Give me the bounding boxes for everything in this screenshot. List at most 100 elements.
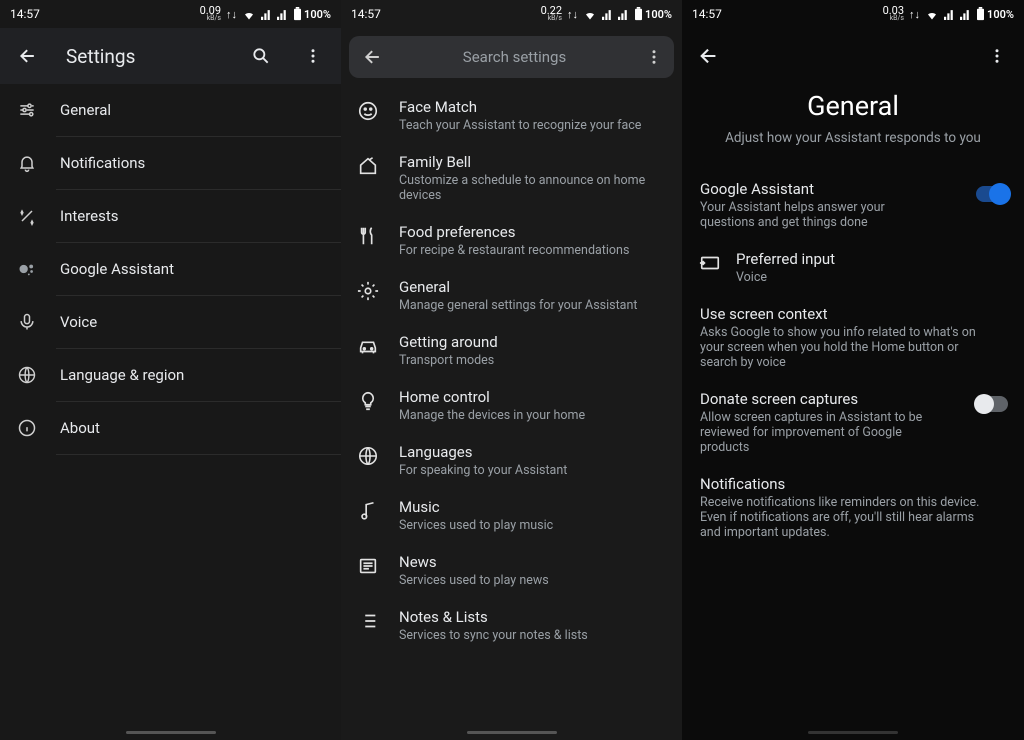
item-notifications[interactable]: Notifications Receive notifications like …	[682, 465, 1024, 550]
search-button[interactable]	[247, 46, 275, 66]
item-subtitle: Receive notifications like reminders on …	[700, 495, 980, 540]
wifi-icon	[583, 7, 597, 20]
item-music[interactable]: MusicServices used to play music	[341, 488, 682, 543]
item-subtitle: Manage general settings for your Assista…	[399, 298, 637, 313]
settings-item-google-assistant[interactable]: Google Assistant	[0, 243, 341, 295]
signal-icon	[277, 8, 288, 21]
signal-icon	[944, 8, 955, 21]
search-placeholder: Search settings	[387, 48, 642, 66]
item-subtitle: Teach your Assistant to recognize your f…	[399, 118, 641, 133]
item-title: Google Assistant	[700, 180, 962, 198]
item-getting-around[interactable]: Getting around Transport modes	[341, 323, 682, 378]
home-indicator[interactable]	[808, 731, 898, 734]
signal-icon	[618, 8, 629, 21]
battery-indicator: 100%	[293, 7, 331, 21]
more-button[interactable]	[982, 47, 1012, 65]
battery-indicator: 100%	[976, 7, 1014, 21]
updown-icon: ↑↓	[226, 8, 237, 21]
settings-item-label: Language & region	[60, 366, 184, 384]
battery-pct: 100%	[987, 8, 1014, 21]
item-title: Getting around	[399, 333, 498, 351]
general-header	[682, 28, 1024, 84]
settings-item-voice[interactable]: Voice	[0, 296, 341, 348]
settings-item-about[interactable]: About	[0, 402, 341, 454]
item-general[interactable]: GeneralManage general settings for your …	[341, 268, 682, 323]
assistant-icon	[16, 259, 38, 279]
item-google-assistant[interactable]: Google AssistantYour Assistant helps ans…	[682, 170, 1024, 240]
item-subtitle: Services to sync your notes & lists	[399, 628, 588, 643]
signal-icon	[602, 8, 613, 21]
mic-icon	[16, 312, 38, 332]
home-indicator[interactable]	[126, 731, 216, 734]
phone-general-settings: 14:57 0.03kB/s ↑↓ 100% General Adjust ho…	[682, 0, 1024, 740]
item-subtitle: Transport modes	[399, 353, 498, 368]
item-face-match[interactable]: Face MatchTeach your Assistant to recogn…	[341, 88, 682, 143]
item-title: Languages	[399, 443, 567, 461]
general-list: Google AssistantYour Assistant helps ans…	[682, 170, 1024, 550]
phone-settings-root: 14:57 0.09kB/s ↑↓ 100% Settings General	[0, 0, 341, 740]
phone-assistant-settings: 14:57 0.22kB/s ↑↓ 100% Search settings F…	[341, 0, 682, 740]
item-subtitle: Customize a schedule to announce on home…	[399, 173, 649, 203]
item-subtitle: Asks Google to show you info related to …	[700, 325, 980, 370]
face-icon	[355, 98, 381, 122]
status-bar: 14:57 0.09kB/s ↑↓ 100%	[0, 0, 341, 28]
item-title: Donate screen captures	[700, 390, 962, 408]
item-languages[interactable]: Languages For speaking to your Assistant	[341, 433, 682, 488]
back-button[interactable]	[14, 46, 42, 66]
item-home-control[interactable]: Home controlManage the devices in your h…	[341, 378, 682, 433]
updown-icon: ↑↓	[909, 8, 920, 21]
settings-item-interests[interactable]: Interests	[0, 190, 341, 242]
item-notes-lists[interactable]: Notes & Lists Services to sync your notes…	[341, 598, 682, 653]
fork-knife-icon	[355, 223, 381, 247]
item-subtitle: For speaking to your Assistant	[399, 463, 567, 478]
bell-icon	[16, 153, 38, 173]
input-icon	[698, 250, 722, 274]
item-preferred-input[interactable]: Preferred inputVoice	[682, 240, 1024, 295]
toggle-google-assistant[interactable]	[976, 186, 1008, 202]
item-subtitle: Voice	[736, 270, 966, 285]
signal-icon	[960, 8, 971, 21]
battery-pct: 100%	[645, 8, 672, 21]
page-title: General	[682, 90, 1024, 122]
item-subtitle: Services used to play music	[399, 518, 553, 533]
status-time: 14:57	[692, 7, 722, 21]
more-button[interactable]	[299, 47, 327, 65]
status-bar: 14:57 0.03kB/s ↑↓ 100%	[682, 0, 1024, 28]
settings-item-label: About	[60, 419, 100, 437]
item-family-bell[interactable]: Family BellCustomize a schedule to annou…	[341, 143, 682, 213]
search-bar[interactable]: Search settings	[349, 36, 674, 78]
signal-icon	[261, 8, 272, 21]
more-button[interactable]	[642, 48, 666, 66]
info-icon	[16, 418, 38, 438]
assistant-settings-list: Face MatchTeach your Assistant to recogn…	[341, 88, 682, 653]
sliders-icon	[16, 100, 38, 120]
home-indicator[interactable]	[467, 731, 557, 734]
gear-icon	[355, 278, 381, 302]
toggle-donate-captures[interactable]	[976, 396, 1008, 412]
back-button[interactable]	[694, 45, 724, 67]
status-time: 14:57	[351, 7, 381, 21]
music-note-icon	[355, 498, 381, 522]
settings-item-notifications[interactable]: Notifications	[0, 137, 341, 189]
item-news[interactable]: News Services used to play news	[341, 543, 682, 598]
item-title: Notifications	[700, 475, 1008, 493]
status-time: 14:57	[10, 7, 40, 21]
item-food-preferences[interactable]: Food preferencesFor recipe & restaurant …	[341, 213, 682, 268]
back-button[interactable]	[359, 47, 387, 67]
settings-item-general[interactable]: General	[0, 84, 341, 136]
item-title: News	[399, 553, 549, 571]
item-title: Notes & Lists	[399, 608, 588, 626]
item-donate-screen-captures[interactable]: Donate screen capturesAllow screen captu…	[682, 380, 1024, 465]
settings-item-language-region[interactable]: Language & region	[0, 349, 341, 401]
globe-icon	[355, 443, 381, 467]
net-speed-unit: kB/s	[890, 16, 904, 21]
item-use-screen-context[interactable]: Use screen context Asks Google to show yo…	[682, 295, 1024, 380]
wifi-icon	[925, 7, 939, 20]
item-title: Use screen context	[700, 305, 1008, 323]
settings-header: Settings	[0, 28, 341, 84]
status-bar: 14:57 0.22kB/s ↑↓ 100%	[341, 0, 682, 28]
car-icon	[355, 333, 381, 357]
bulb-icon	[355, 388, 381, 412]
item-subtitle: For recipe & restaurant recommendations	[399, 243, 629, 258]
item-subtitle: Services used to play news	[399, 573, 549, 588]
